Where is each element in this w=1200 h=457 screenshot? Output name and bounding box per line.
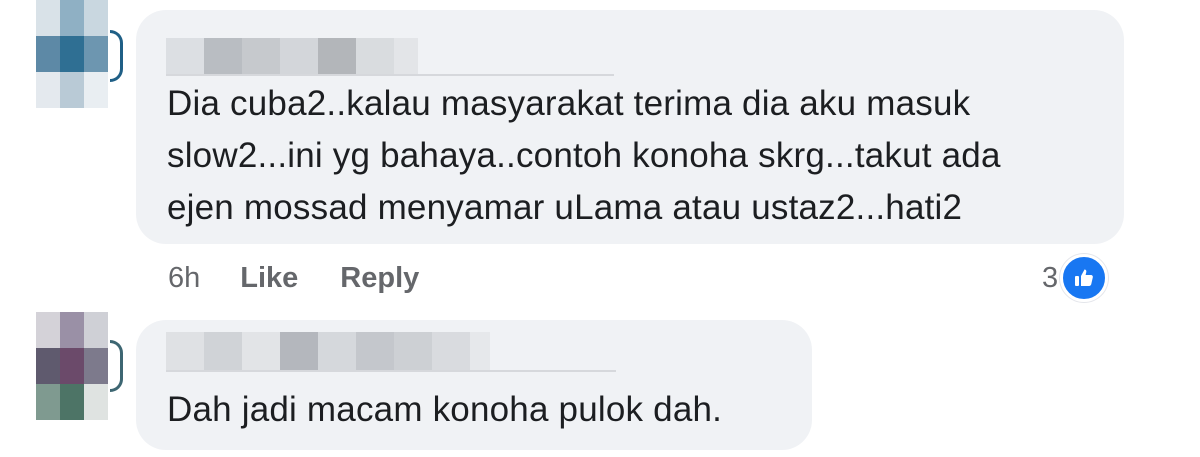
comment-timestamp[interactable]: 6h xyxy=(168,262,200,295)
comment-bubble: Dah jadi macam konoha pulok dah. xyxy=(136,320,812,450)
reaction-count: 3 xyxy=(1042,261,1059,294)
reply-button[interactable]: Reply xyxy=(340,262,419,295)
avatar-story-ring xyxy=(110,340,123,392)
like-thumb-icon xyxy=(1060,254,1109,302)
comment-bubble: Dia cuba2..kalau masyarakat terima dia a… xyxy=(136,10,1124,244)
commenter-name-redacted[interactable] xyxy=(166,38,418,76)
commenter-avatar[interactable] xyxy=(36,312,108,420)
comment-actions: 6h Like Reply xyxy=(168,258,419,298)
name-divider xyxy=(166,74,614,76)
name-divider xyxy=(166,370,616,372)
comment-text: Dah jadi macam konoha pulok dah. xyxy=(167,390,723,429)
comment-text: Dia cuba2..kalau masyarakat terima dia a… xyxy=(167,84,1001,227)
like-button[interactable]: Like xyxy=(240,262,298,295)
commenter-avatar[interactable] xyxy=(36,0,108,108)
commenter-name-redacted[interactable] xyxy=(166,332,490,370)
reaction-summary[interactable]: 3 xyxy=(1042,254,1109,302)
avatar-story-ring xyxy=(110,30,123,82)
